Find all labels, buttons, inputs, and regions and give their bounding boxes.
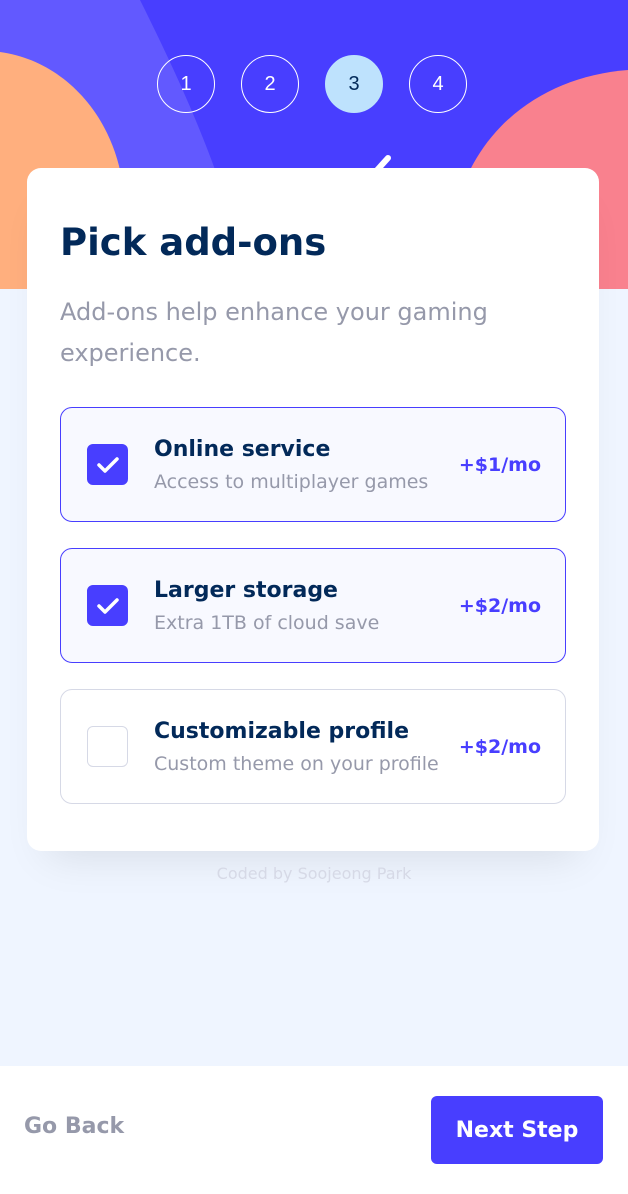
addon-name: Online service (154, 436, 331, 462)
addon-list: Online service Access to multiplayer gam… (60, 407, 566, 804)
addon-customizable-profile[interactable]: Customizable profile Custom theme on you… (60, 689, 566, 804)
step-4[interactable]: 4 (409, 55, 467, 113)
next-step-button[interactable]: Next Step (431, 1096, 603, 1164)
step-3[interactable]: 3 (325, 55, 383, 113)
addon-price: +$1/mo (458, 453, 541, 476)
addon-text: Customizable profile Custom theme on you… (154, 718, 459, 776)
checkmark-icon (96, 597, 119, 614)
addon-text: Larger storage Extra 1TB of cloud save (154, 577, 459, 635)
addon-description: Extra 1TB of cloud save (154, 611, 380, 634)
step-2[interactable]: 2 (241, 55, 299, 113)
footer-bar: Go Back Next Step (0, 1066, 628, 1194)
addon-description: Access to multiplayer games (154, 470, 429, 493)
addon-description: Custom theme on your profile (154, 752, 439, 775)
larger-storage-checkbox[interactable] (87, 585, 128, 626)
addon-name: Customizable profile (154, 718, 409, 744)
page-subtitle: Add-ons help enhance your gaming experie… (60, 298, 488, 367)
go-back-button[interactable]: Go Back (24, 1114, 124, 1139)
page-title: Pick add-ons (60, 221, 327, 264)
addon-price: +$2/mo (458, 594, 541, 617)
online-service-checkbox[interactable] (87, 444, 128, 485)
addons-card: Pick add-ons Add-ons help enhance your g… (27, 168, 599, 851)
addon-text: Online service Access to multiplayer gam… (154, 436, 459, 494)
step-1[interactable]: 1 (157, 55, 215, 113)
attribution: Coded by Soojeong Park (216, 864, 412, 883)
addon-price: +$2/mo (458, 735, 541, 758)
customizable-profile-checkbox[interactable] (87, 726, 128, 767)
checkmark-icon (96, 456, 119, 473)
step-indicator: 1 2 3 4 (157, 55, 467, 113)
addon-online-service[interactable]: Online service Access to multiplayer gam… (60, 407, 566, 522)
addon-larger-storage[interactable]: Larger storage Extra 1TB of cloud save +… (60, 548, 566, 663)
addon-name: Larger storage (154, 577, 338, 603)
